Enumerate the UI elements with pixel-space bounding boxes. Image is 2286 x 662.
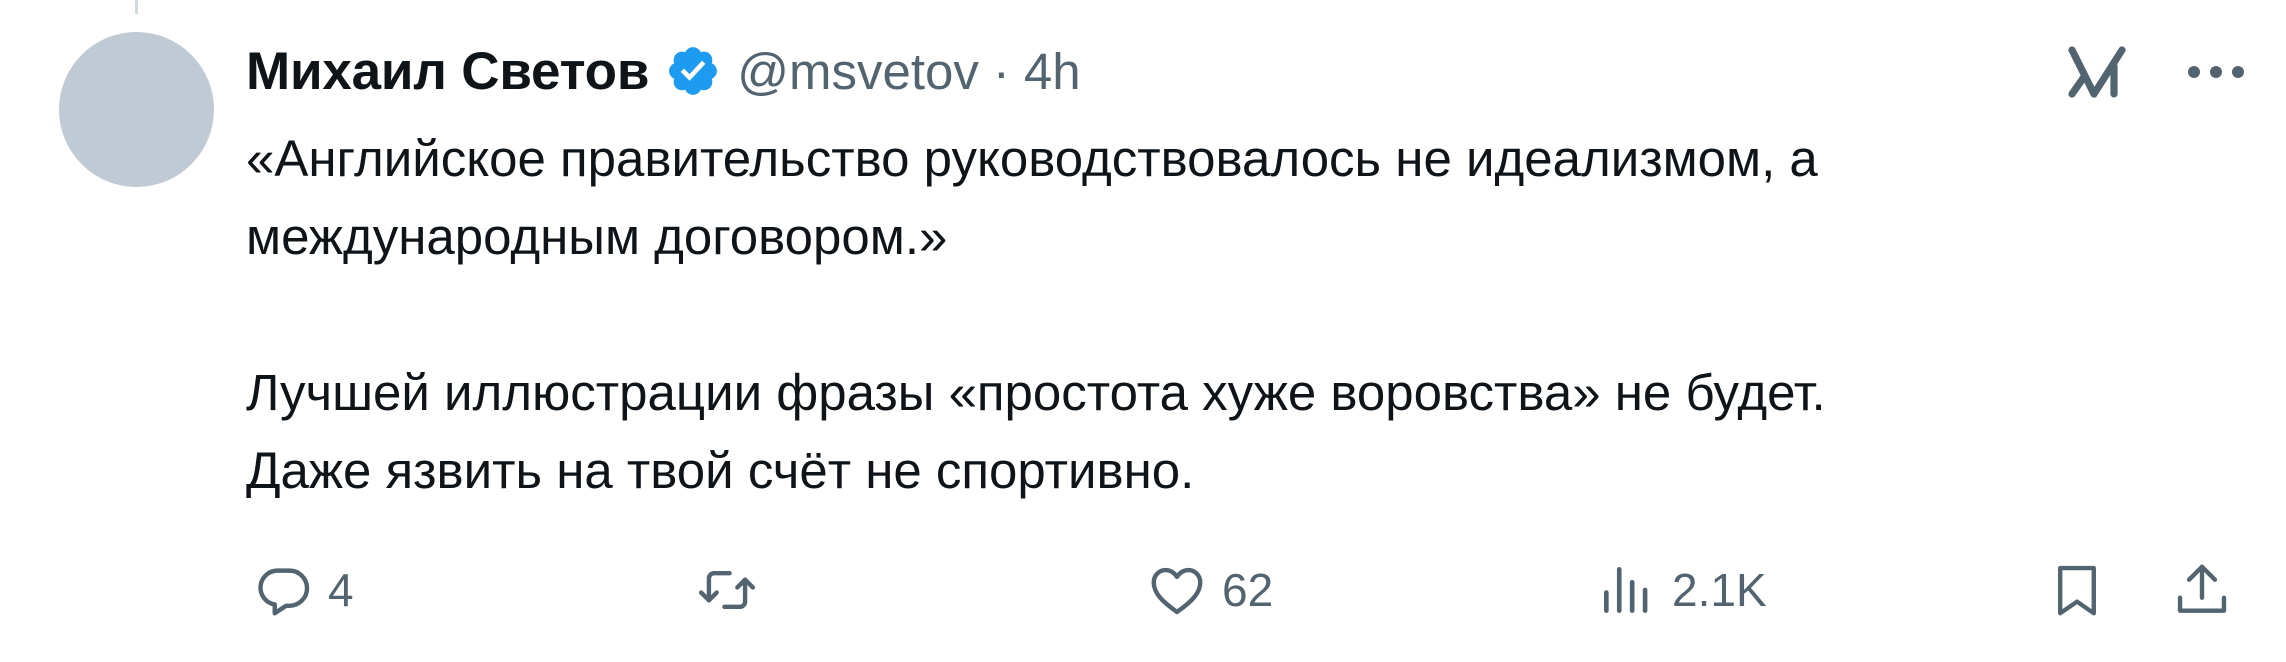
views-icon [1596,559,1658,621]
view-count: 2.1K [1672,564,1767,616]
separator-dot: · [992,42,1010,100]
reply-button[interactable]: 4 [252,555,354,625]
share-button[interactable] [2171,555,2233,625]
like-button[interactable]: 62 [1146,555,1273,625]
bookmark-button[interactable] [2046,555,2108,625]
tweet-top-right-controls [2066,40,2246,104]
tweet-action-bar: 4 62 2.1K [246,555,2236,625]
grok-icon[interactable] [2066,40,2130,104]
heart-icon [1146,559,1208,621]
avatar[interactable] [59,32,214,187]
views-button[interactable]: 2.1K [1596,555,1767,625]
tweet-header: Михаил Светов @msvetov · 4h [246,36,1081,106]
verified-badge-icon[interactable] [665,43,721,99]
tweet[interactable]: Михаил Светов @msvetov · 4h «Английское … [0,0,2286,662]
repost-button[interactable] [696,555,772,625]
repost-icon [696,559,758,621]
like-count: 62 [1222,564,1274,616]
tweet-text-line: Даже язвить на твой счёт не спортивно. [246,442,1195,499]
tweet-timestamp[interactable]: 4h [1024,42,1081,101]
bookmark-icon [2046,559,2108,621]
reply-count: 4 [328,564,354,616]
tweet-text: «Английское правительство руководствовал… [246,120,2206,510]
tweet-text-line: «Английское правительство руководствовал… [246,130,1818,187]
share-icon [2171,559,2233,621]
author-handle[interactable]: @msvetov [737,42,979,101]
tweet-text-line: Лучшей иллюстрации фразы «простота хуже … [246,364,1826,421]
more-options-icon[interactable] [2186,62,2246,82]
tweet-text-line: международным договором.» [246,208,948,265]
reply-icon [252,559,314,621]
author-display-name[interactable]: Михаил Светов [246,41,649,102]
